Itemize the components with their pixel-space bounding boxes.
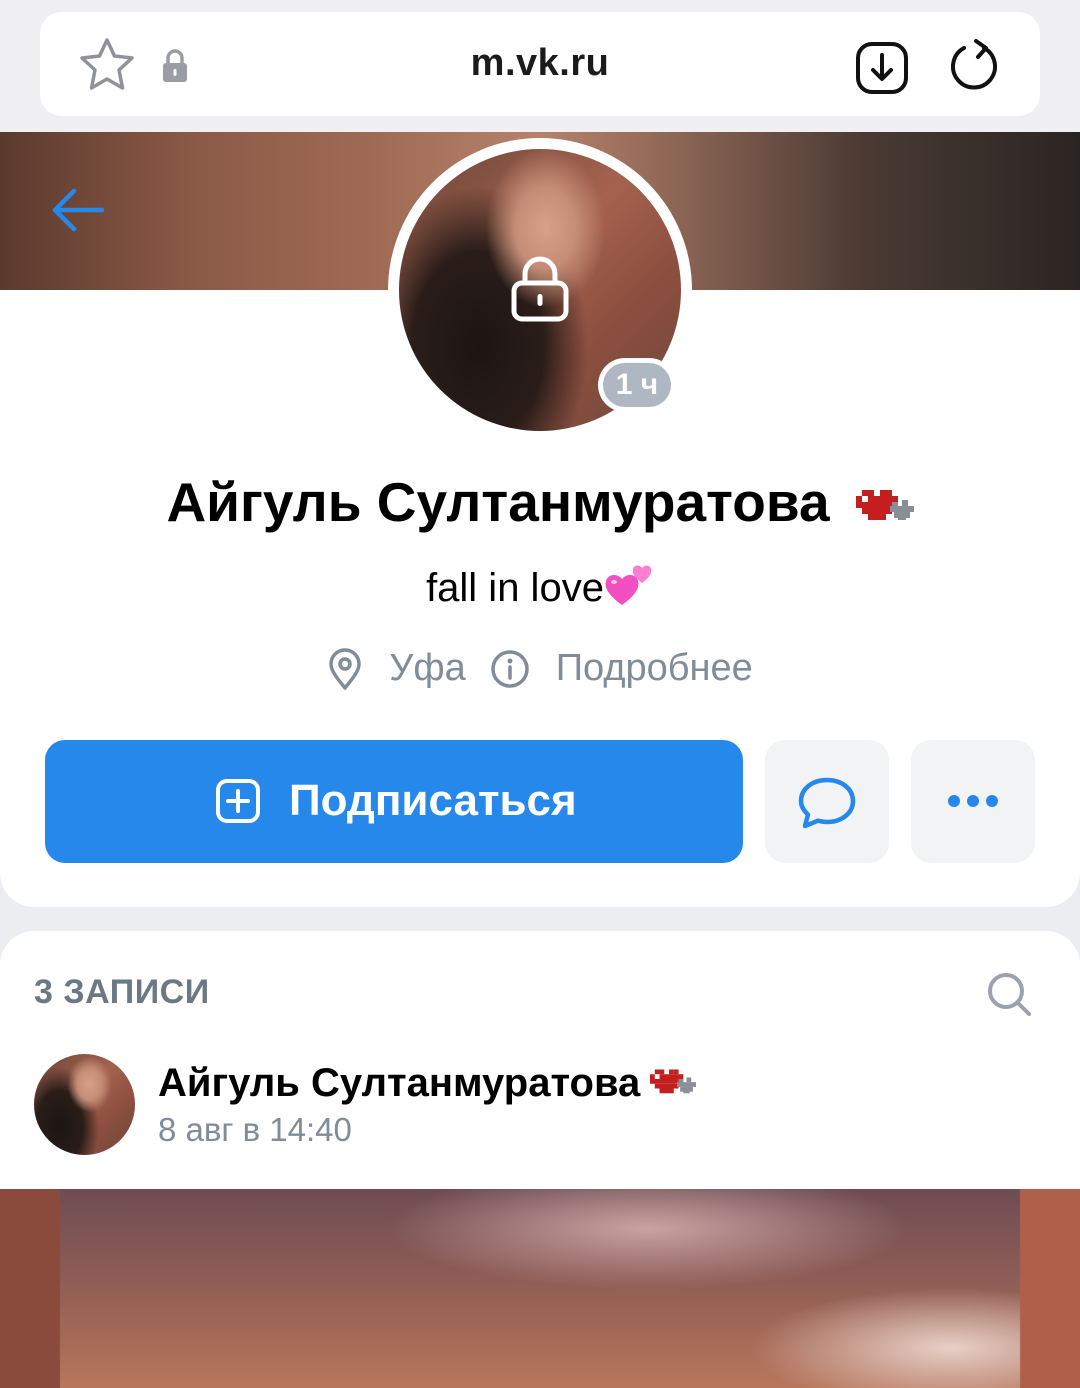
pin-icon	[329, 648, 361, 690]
post-date[interactable]: 8 авг в 14:40	[158, 1111, 352, 1149]
browser-toolbar: m.vk.ru	[0, 0, 1080, 132]
subscribe-label: Подписаться	[289, 776, 577, 825]
info-icon[interactable]	[490, 649, 530, 689]
two-hearts-icon	[605, 565, 652, 606]
search-icon[interactable]	[986, 971, 1032, 1017]
profile-meta: Уфа Подробнее	[0, 646, 1080, 694]
message-icon	[798, 777, 856, 829]
pixel-hearts-icon	[855, 490, 914, 521]
post-author-name[interactable]: Айгуль Султанмуратова	[158, 1061, 640, 1105]
profile-name-text: Айгуль Султанмуратова	[166, 471, 830, 533]
profile-name: Айгуль Султанмуратова	[0, 470, 1080, 534]
more-icon	[948, 795, 998, 807]
back-arrow-icon[interactable]	[50, 188, 106, 232]
subscribe-button[interactable]: Подписаться	[45, 740, 743, 863]
download-icon[interactable]	[854, 40, 910, 96]
city-text: Уфа	[389, 647, 466, 690]
profile-status: fall in love	[0, 565, 1080, 613]
posts-count: 3 ЗАПИСИ	[34, 973, 210, 1011]
profile-status-text: fall in love	[426, 566, 604, 610]
more-button[interactable]	[911, 740, 1035, 863]
plus-square-icon	[216, 779, 260, 823]
address-bar[interactable]: m.vk.ru	[40, 12, 1040, 116]
post-image[interactable]	[0, 1189, 1080, 1388]
reload-icon[interactable]	[946, 38, 1002, 94]
message-button[interactable]	[765, 740, 889, 863]
pixel-hearts-icon	[650, 1069, 697, 1094]
post-author-avatar[interactable]	[34, 1054, 135, 1155]
online-badge: 1 ч	[598, 358, 676, 412]
details-link[interactable]: Подробнее	[556, 647, 753, 690]
online-badge-text: 1 ч	[603, 363, 671, 407]
posts-card: 3 ЗАПИСИ Айгуль Султанмуратова 8 авг в 1…	[0, 931, 1080, 1388]
post-author[interactable]: Айгуль Султанмуратова	[158, 1061, 697, 1106]
lock-icon	[511, 256, 569, 322]
